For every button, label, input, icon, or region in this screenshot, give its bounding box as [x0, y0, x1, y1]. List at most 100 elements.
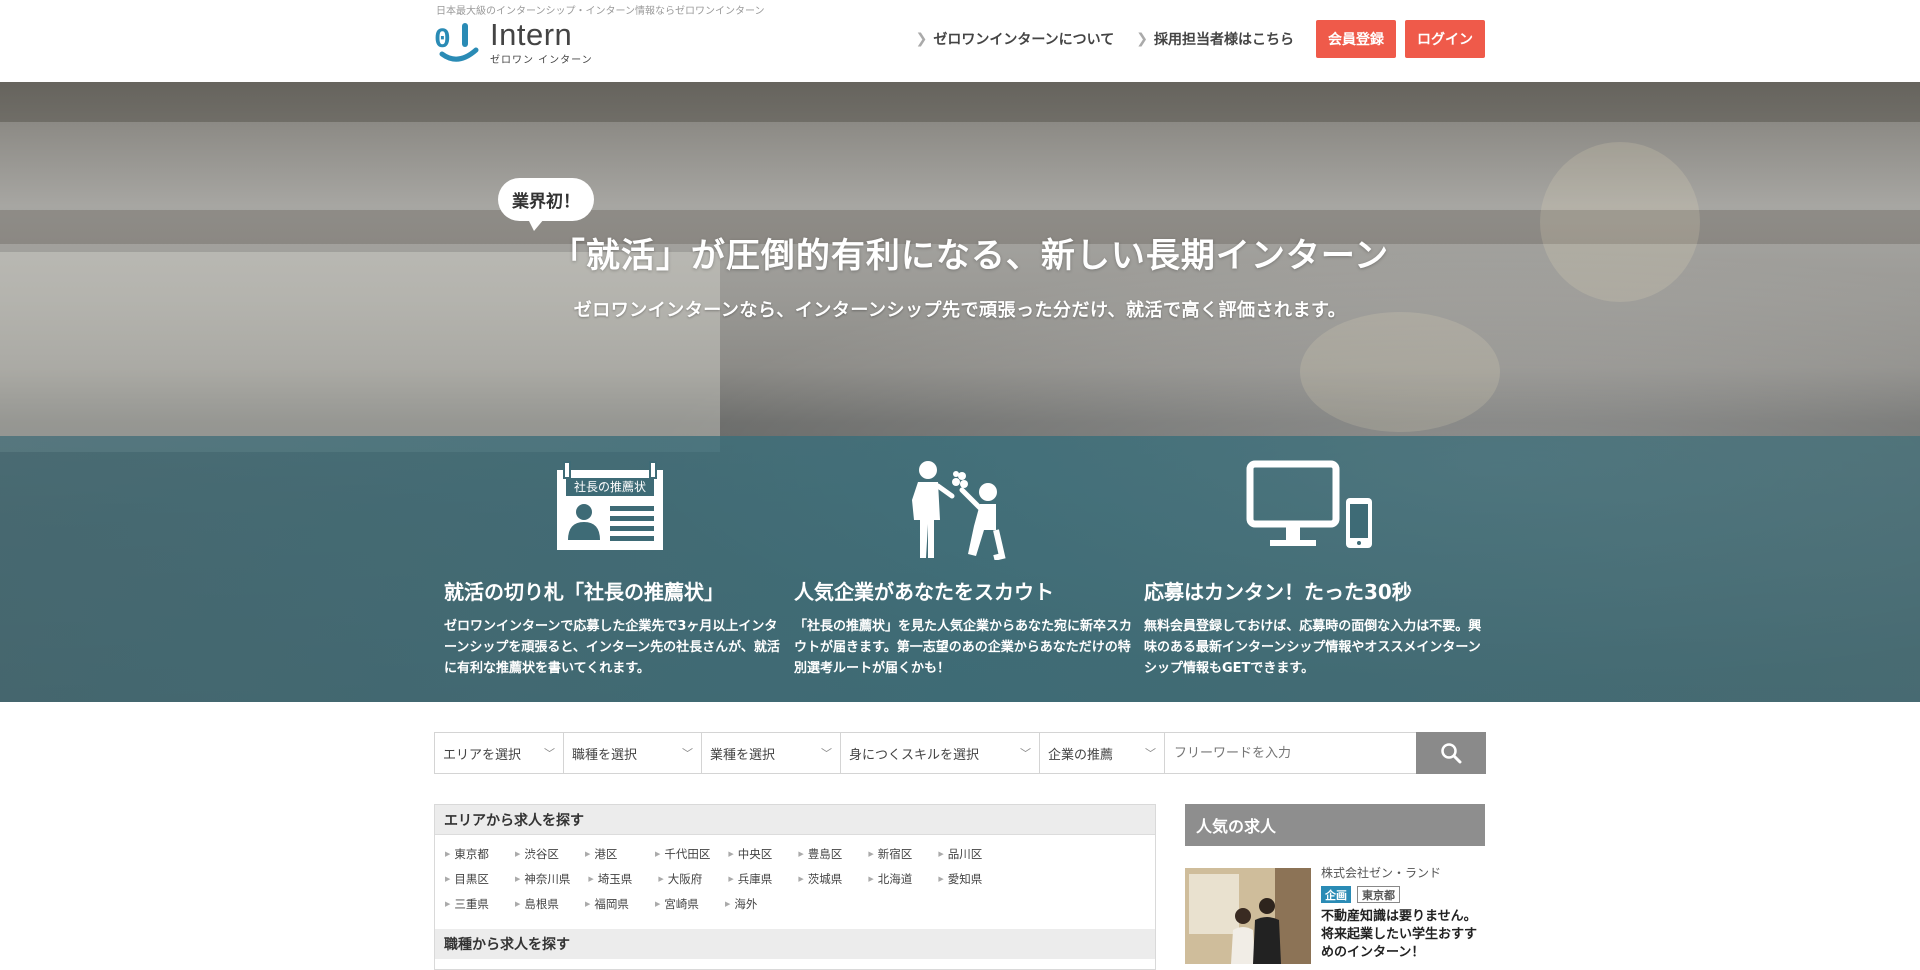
hero-bg-wall	[0, 252, 720, 452]
area-panel-heading: エリアから求人を探す	[435, 805, 1155, 835]
header-nav: ❯ ゼロワンインターンについて ❯ 採用担当者様はこちら 会員登録 ログイン	[916, 20, 1485, 58]
hero-subtitle: ゼロワンインターンなら、インターンシップ先で頑張った分だけ、就活で高く評価されま…	[573, 300, 1347, 321]
popular-jobs: 人気の求人 株式会社ゼン・ランド 企画 東京都 不動産知識は要りません。将来起業…	[1185, 804, 1485, 968]
feature-title: 人気企業があなたをスカウト	[794, 580, 1054, 604]
search-bar: エリアを選択 ﹀ 職種を選択 ﹀ 業種を選択 ﹀ 身につくスキルを選択 ﹀ 企業の推薦 ﹀	[434, 732, 1486, 774]
nav-recruiter-label: 採用担当者様はこちら	[1154, 32, 1294, 48]
area-link[interactable]: ▶ 宮崎県	[655, 891, 707, 916]
area-list: ▶ 東京都 ▶ 渋谷区 ▶ 港区 ▶ 千代田区 ▶ 中央区 ▶ 豊島区 ▶ 新宿区 ▶ 品川区 ▶ 目黒区 ▶ 神奈川…	[435, 835, 1075, 916]
area-link[interactable]: ▶ 大阪府	[658, 866, 710, 891]
svg-text:社長の推薦状: 社長の推薦状	[574, 479, 646, 494]
feature-title: 就活の切り札「社長の推薦状」	[444, 580, 724, 604]
chevron-down-icon: ﹀	[544, 747, 555, 760]
area-link[interactable]: ▶ 東京都	[445, 841, 497, 866]
triangle-right-icon: ▶	[515, 874, 521, 883]
company-recommend-select[interactable]: 企業の推薦 ﹀	[1040, 733, 1165, 773]
job-area-badge: 東京都	[1357, 886, 1400, 903]
nav-about-link[interactable]: ❯ ゼロワンインターンについて	[916, 20, 1115, 58]
area-link[interactable]: ▶ 渋谷区	[515, 841, 567, 866]
area-link[interactable]: ▶ 神奈川県	[515, 866, 570, 891]
search-button[interactable]	[1416, 732, 1486, 774]
triangle-right-icon: ▶	[445, 874, 451, 883]
feature-title: 応募はカンタン！たった30秒	[1144, 580, 1412, 604]
triangle-right-icon: ▶	[938, 874, 944, 883]
area-link[interactable]: ▶ 目黒区	[445, 866, 497, 891]
chevron-right-icon: ❯	[915, 31, 928, 47]
job-company: 株式会社ゼン・ランド	[1321, 866, 1442, 880]
feature-band: 社長の推薦状 就活の切り札「社長の推薦状」 ゼロワンインターンで応募した企業先で…	[0, 436, 1920, 702]
triangle-right-icon: ▶	[868, 849, 874, 858]
hero-badge: 業界初！	[498, 178, 594, 231]
area-link[interactable]: ▶ 豊島区	[798, 841, 850, 866]
triangle-right-icon: ▶	[585, 849, 591, 858]
feature-desc: ゼロワンインターンで応募した企業先で3ヶ月以上インターンシップを頑張ると、インタ…	[444, 619, 780, 676]
hero-bg-beam	[0, 82, 1920, 122]
area-link[interactable]: ▶ 島根県	[515, 891, 567, 916]
area-link[interactable]: ▶ 品川区	[938, 841, 990, 866]
area-link[interactable]: ▶ 福岡県	[585, 891, 637, 916]
area-link[interactable]: ▶ 愛知県	[938, 866, 990, 891]
area-link[interactable]: ▶ 兵庫県	[728, 866, 780, 891]
triangle-right-icon: ▶	[655, 899, 661, 908]
freeword-input[interactable]	[1165, 733, 1416, 773]
recommendation-letter-icon: 社長の推薦状	[556, 460, 664, 552]
triangle-right-icon: ▶	[445, 849, 451, 858]
industry-select[interactable]: 業種を選択 ﹀	[702, 733, 841, 773]
triangle-right-icon: ▶	[445, 899, 451, 908]
area-link[interactable]: ▶ 埼玉県	[588, 866, 640, 891]
triangle-right-icon: ▶	[655, 849, 661, 858]
nav-about-label: ゼロワンインターンについて	[933, 32, 1115, 48]
skill-select[interactable]: 身につくスキルを選択 ﹀	[841, 733, 1040, 773]
search-icon	[1441, 743, 1462, 764]
triangle-right-icon: ▶	[728, 874, 734, 883]
feature-desc: 無料会員登録しておけば、応募時の面倒な入力は不要。興味のある最新インターンシップ…	[1144, 619, 1482, 676]
job-type-badge: 企画	[1321, 886, 1351, 903]
popular-heading: 人気の求人	[1185, 804, 1485, 846]
job-type-select[interactable]: 職種を選択 ﹀	[564, 733, 702, 773]
scout-icon	[904, 460, 1014, 561]
triangle-right-icon: ▶	[725, 899, 731, 908]
triangle-right-icon: ▶	[515, 899, 521, 908]
hero-section: 業界初！ 「就活」が圧倒的有利になる、新しい長期インターン ゼロワンインターンな…	[0, 82, 1920, 702]
area-link[interactable]: ▶ 茨城県	[798, 866, 850, 891]
login-button[interactable]: ログイン	[1405, 20, 1485, 58]
chevron-down-icon: ﹀	[1145, 747, 1156, 760]
triangle-right-icon: ▶	[798, 874, 804, 883]
chevron-right-icon: ❯	[1136, 31, 1148, 47]
logo-mark-icon: 0	[434, 20, 482, 64]
triangle-right-icon: ▶	[798, 849, 804, 858]
triangle-right-icon: ▶	[658, 874, 664, 883]
area-link[interactable]: ▶ 千代田区	[655, 841, 710, 866]
area-select[interactable]: エリアを選択 ﹀	[435, 733, 564, 773]
nav-recruiter-link[interactable]: ❯ 採用担当者様はこちら	[1136, 20, 1294, 58]
devices-icon	[1246, 460, 1376, 552]
signup-button[interactable]: 会員登録	[1316, 20, 1396, 58]
chevron-down-icon: ﹀	[1020, 747, 1031, 760]
triangle-right-icon: ▶	[868, 874, 874, 883]
svg-text:0: 0	[434, 25, 451, 56]
hero-bg-light	[1540, 142, 1700, 302]
logo-subtitle: ゼロワン インターン	[490, 55, 593, 66]
logo-wordmark: Intern	[490, 17, 573, 52]
triangle-right-icon: ▶	[515, 849, 521, 858]
area-link[interactable]: ▶ 中央区	[728, 841, 780, 866]
hero-title: 「就活」が圧倒的有利になる、新しい長期インターン	[550, 236, 1390, 276]
triangle-right-icon: ▶	[938, 849, 944, 858]
site-logo[interactable]: 0 Intern ゼロワン インターン	[434, 17, 593, 66]
chevron-down-icon: ﹀	[682, 747, 693, 760]
job-panel-heading: 職種から求人を探す	[435, 929, 1155, 959]
popular-job-card[interactable]: 株式会社ゼン・ランド 企画 東京都 不動産知識は要りません。将来起業したい学生お…	[1185, 866, 1485, 968]
area-search-panel: エリアから求人を探す ▶ 東京都 ▶ 渋谷区 ▶ 港区 ▶ 千代田区 ▶ 中央区 ▶ 豊島区 ▶ 新宿区 ▶…	[434, 804, 1156, 970]
site-tagline: 日本最大級のインターンシップ・インターン情報ならゼロワンインターン	[436, 6, 765, 17]
feature-desc: 「社長の推薦状」を見た人気企業からあなた宛に新卒スカウトが届きます。第一志望のあ…	[794, 619, 1133, 676]
area-link[interactable]: ▶ 北海道	[868, 866, 920, 891]
hero-bg-light	[1300, 312, 1500, 432]
triangle-right-icon: ▶	[588, 874, 594, 883]
area-link[interactable]: ▶ 港区	[585, 841, 637, 866]
site-header: 日本最大級のインターンシップ・インターン情報ならゼロワンインターン 0 Inte…	[0, 0, 1920, 82]
area-link[interactable]: ▶ 新宿区	[868, 841, 920, 866]
area-link[interactable]: ▶ 海外	[725, 891, 777, 916]
job-title: 不動産知識は要りません。将来起業したい学生おすすめのインターン！	[1321, 909, 1478, 960]
chevron-down-icon: ﹀	[821, 747, 832, 760]
area-link[interactable]: ▶ 三重県	[445, 891, 497, 916]
